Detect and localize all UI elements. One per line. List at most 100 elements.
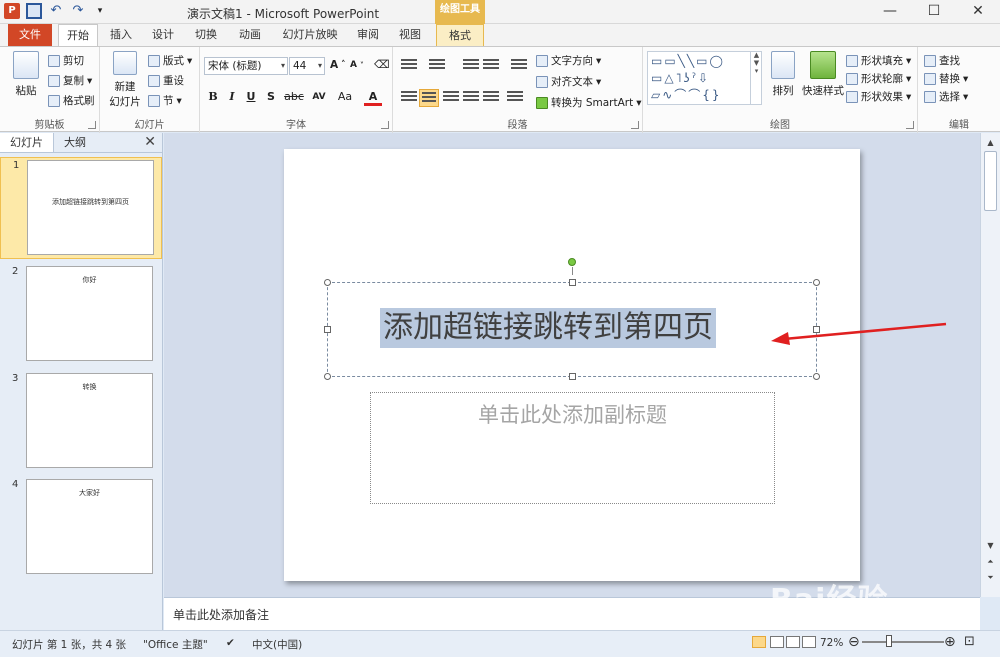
shape-effects-button[interactable]: 形状效果 ▾: [846, 89, 911, 104]
save-icon[interactable]: [26, 3, 42, 19]
clipboard-launcher-icon[interactable]: [88, 121, 96, 129]
tab-insert[interactable]: 插入: [105, 24, 137, 46]
strikethrough-button[interactable]: abc: [282, 88, 306, 106]
next-slide-icon[interactable]: ⏷: [984, 571, 997, 584]
align-text-button[interactable]: 对齐文本 ▾: [536, 74, 601, 89]
reset-button[interactable]: 重设: [148, 73, 184, 88]
layout-button[interactable]: 版式 ▾: [148, 53, 192, 68]
underline-button[interactable]: U: [242, 88, 260, 106]
fit-window-icon[interactable]: ⊡: [964, 634, 975, 649]
paste-label: 粘贴: [15, 85, 37, 97]
tab-format[interactable]: 格式: [436, 24, 484, 46]
format-painter-button[interactable]: 格式刷: [48, 93, 95, 108]
zoom-slider[interactable]: [862, 641, 944, 643]
layout-icon: [148, 54, 160, 67]
font-launcher-icon[interactable]: [381, 121, 389, 129]
tab-file[interactable]: 文件: [8, 24, 52, 46]
zoom-out-icon[interactable]: ⊖: [848, 634, 860, 650]
watermark-url: jingyan.baidu.com: [820, 612, 913, 623]
slide-thumbnail[interactable]: 4 大家好: [0, 477, 162, 579]
cut-button[interactable]: 剪切: [48, 53, 84, 68]
distributed-icon[interactable]: [483, 91, 499, 105]
grow-font-button[interactable]: A ˄: [330, 59, 346, 71]
notes-placeholder[interactable]: 单击此处添加备注: [173, 606, 269, 623]
redo-icon[interactable]: ↷: [70, 3, 86, 19]
align-center-icon[interactable]: [419, 89, 439, 107]
close-panel-icon[interactable]: ✕: [144, 134, 156, 150]
font-name-combo[interactable]: 宋体 (标题) ▾: [204, 57, 288, 75]
change-case-button[interactable]: Aa: [334, 88, 356, 106]
prev-slide-icon[interactable]: ⏶: [984, 555, 997, 568]
columns-icon[interactable]: [507, 91, 523, 105]
reset-label: 重设: [163, 75, 184, 87]
char-spacing-button[interactable]: AV: [308, 88, 330, 106]
quick-styles-button[interactable]: 快速样式: [801, 51, 845, 98]
decrease-indent-icon[interactable]: [463, 59, 479, 73]
slide-thumbnail[interactable]: 2 你好: [0, 264, 162, 366]
new-slide-button[interactable]: 新建 幻灯片: [104, 51, 146, 109]
theme-name[interactable]: "Office 主题": [143, 637, 208, 652]
tab-view[interactable]: 视图: [394, 24, 426, 46]
arrange-button[interactable]: 排列: [765, 51, 801, 98]
reading-view-button[interactable]: [786, 636, 800, 648]
font-size-combo[interactable]: 44 ▾: [289, 57, 325, 75]
tab-home[interactable]: 开始: [58, 24, 98, 46]
powerpoint-logo-icon[interactable]: P: [4, 3, 20, 19]
slide-editing-area: 添加超链接跳转到第四页 单击此处添加副标题: [164, 133, 980, 597]
tab-outline[interactable]: 大纲: [54, 133, 96, 152]
shrink-font-button[interactable]: A ˅: [350, 60, 364, 70]
copy-button[interactable]: 复制 ▾: [48, 73, 92, 88]
tab-animations[interactable]: 动画: [234, 24, 266, 46]
increase-indent-icon[interactable]: [483, 59, 499, 73]
slide-sorter-button[interactable]: [770, 636, 784, 648]
shapes-gallery[interactable]: ▭▭╲╲▭◯ ▭△˥ʖˀ⇩ ▱∿⌒⌒{}: [647, 51, 762, 105]
tab-transitions[interactable]: 切换: [190, 24, 222, 46]
replace-button[interactable]: 替换 ▾: [924, 71, 968, 86]
shape-outline-button[interactable]: 形状轮廓 ▾: [846, 71, 911, 86]
clear-format-icon[interactable]: ⌫: [374, 58, 390, 71]
align-left-icon[interactable]: [401, 91, 417, 105]
maximize-button[interactable]: ☐: [912, 0, 956, 24]
select-button[interactable]: 选择 ▾: [924, 89, 968, 104]
tab-slideshow[interactable]: 幻灯片放映: [278, 24, 342, 46]
shape-fill-button[interactable]: 形状填充 ▾: [846, 53, 911, 68]
scroll-down-icon[interactable]: ▼: [984, 539, 997, 552]
language[interactable]: 中文(中国): [252, 637, 302, 652]
align-right-icon[interactable]: [443, 91, 459, 105]
undo-icon[interactable]: ↶: [48, 3, 64, 19]
bold-button[interactable]: B: [204, 88, 222, 106]
numbering-icon[interactable]: [429, 59, 445, 73]
spellcheck-icon[interactable]: ✔: [226, 637, 235, 649]
find-button[interactable]: 查找: [924, 53, 960, 68]
minimize-button[interactable]: —: [868, 0, 912, 24]
bullets-icon[interactable]: [401, 59, 417, 73]
customize-qat-icon[interactable]: ▾: [92, 3, 108, 19]
vertical-scrollbar[interactable]: ▲ ▼ ⏶ ⏷: [980, 133, 1000, 597]
zoom-slider-knob[interactable]: [886, 635, 892, 647]
slide-thumbnail[interactable]: 3 转换: [0, 371, 162, 473]
italic-button[interactable]: I: [223, 88, 241, 106]
justify-icon[interactable]: [463, 91, 479, 105]
close-button[interactable]: ✕: [956, 0, 1000, 24]
line-spacing-icon[interactable]: [511, 59, 527, 73]
convert-smartart-button[interactable]: 转换为 SmartArt ▾: [536, 95, 642, 110]
zoom-level[interactable]: 72%: [820, 637, 843, 649]
text-direction-button[interactable]: 文字方向 ▾: [536, 53, 601, 68]
font-color-button[interactable]: A: [364, 88, 382, 106]
zoom-in-icon[interactable]: ⊕: [944, 634, 956, 650]
drawing-launcher-icon[interactable]: [906, 121, 914, 129]
tab-design[interactable]: 设计: [147, 24, 179, 46]
scroll-up-icon[interactable]: ▲: [984, 136, 997, 149]
shadow-button[interactable]: S: [262, 88, 280, 106]
slide-thumbnail[interactable]: 1 添加超链接跳转到第四页: [0, 157, 162, 259]
shapes-gallery-scroll[interactable]: ▲ ▼ ▾: [750, 51, 762, 105]
paste-button[interactable]: 粘贴: [8, 51, 44, 98]
paragraph-launcher-icon[interactable]: [631, 121, 639, 129]
section-button[interactable]: 节 ▾: [148, 93, 182, 108]
tab-review[interactable]: 审阅: [352, 24, 384, 46]
normal-view-button[interactable]: [752, 636, 766, 648]
slideshow-view-button[interactable]: [802, 636, 816, 648]
tab-slides[interactable]: 幻灯片: [0, 133, 54, 152]
new-slide-label-2: 幻灯片: [109, 96, 141, 108]
scroll-thumb[interactable]: [984, 151, 997, 211]
